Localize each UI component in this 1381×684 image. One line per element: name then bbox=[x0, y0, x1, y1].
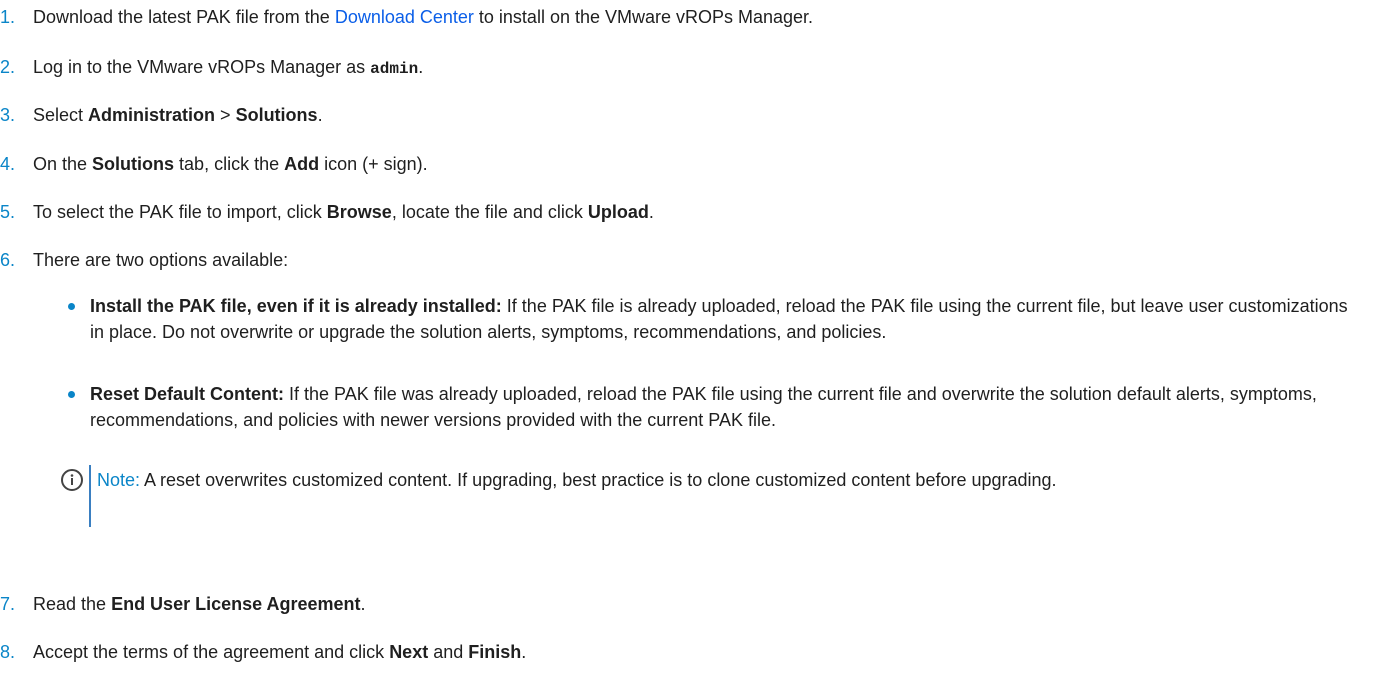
step-number: 2. bbox=[0, 57, 16, 77]
finish-label: Finish bbox=[468, 642, 522, 662]
info-icon bbox=[61, 469, 83, 491]
note-label: Note: bbox=[97, 470, 141, 490]
next-label: Next bbox=[389, 642, 429, 662]
step-5: 5. To select the PAK file to import, clic… bbox=[0, 201, 654, 223]
step-8: 8. Accept the terms of the agreement and … bbox=[0, 641, 526, 663]
step-text: icon (+ sign). bbox=[319, 154, 428, 174]
step-1: 1. Download the latest PAK file from the … bbox=[0, 6, 813, 28]
step-text: . bbox=[317, 105, 323, 125]
option-title: Reset Default Content: bbox=[90, 384, 285, 404]
menu-solutions: Solutions bbox=[235, 105, 318, 125]
option-title: Install the PAK file, even if it is alre… bbox=[90, 296, 502, 316]
step-text: There are two options available: bbox=[33, 250, 289, 270]
step-number: 3. bbox=[0, 105, 16, 125]
step-text: Select bbox=[33, 105, 89, 125]
option-install-pak: Install the PAK file, even if it is alre… bbox=[68, 293, 1358, 345]
step-text: . bbox=[521, 642, 527, 662]
step-number: 7. bbox=[0, 594, 16, 614]
admin-username: admin bbox=[370, 60, 419, 78]
step-text: On the bbox=[33, 154, 93, 174]
step-3: 3. Select Administration > Solutions. bbox=[0, 104, 323, 126]
bullet-icon bbox=[68, 391, 75, 398]
option-text: Reset Default Content: If the PAK file w… bbox=[90, 381, 1358, 433]
menu-administration: Administration bbox=[88, 105, 216, 125]
step-4: 4. On the Solutions tab, click the Add ic… bbox=[0, 153, 428, 175]
step-text: Log in to the VMware vROPs Manager as bbox=[33, 57, 371, 77]
step-2: 2. Log in to the VMware vROPs Manager as … bbox=[0, 56, 423, 80]
step-text: , locate the file and click bbox=[391, 202, 588, 222]
eula-label: End User License Agreement bbox=[111, 594, 361, 614]
step-text: . bbox=[418, 57, 424, 77]
step-6: 6. There are two options available: bbox=[0, 249, 288, 271]
option-text: Install the PAK file, even if it is alre… bbox=[90, 293, 1358, 345]
step-text: Read the bbox=[33, 594, 112, 614]
step-number: 5. bbox=[0, 202, 16, 222]
upload-label: Upload bbox=[587, 202, 649, 222]
step-text: and bbox=[428, 642, 469, 662]
step-text: Download the latest PAK file from the bbox=[33, 7, 335, 27]
option-reset-default: Reset Default Content: If the PAK file w… bbox=[68, 381, 1358, 433]
step-text: Accept the terms of the agreement and cl… bbox=[33, 642, 390, 662]
solutions-tab-label: Solutions bbox=[92, 154, 175, 174]
document: 1. Download the latest PAK file from the … bbox=[0, 0, 1381, 684]
step-text: To select the PAK file to import, click bbox=[33, 202, 327, 222]
note-body: A reset overwrites customized content. I… bbox=[140, 470, 1057, 490]
download-center-link[interactable]: Download Center bbox=[335, 7, 474, 27]
step-text: to install on the VMware vROPs Manager. bbox=[473, 7, 814, 27]
step-number: 8. bbox=[0, 642, 16, 662]
step-text: tab, click the bbox=[174, 154, 285, 174]
browse-label: Browse bbox=[326, 202, 392, 222]
step-number: 4. bbox=[0, 154, 16, 174]
step-number: 1. bbox=[0, 7, 16, 27]
bullet-icon bbox=[68, 303, 75, 310]
step-text: . bbox=[360, 594, 366, 614]
step-text: . bbox=[648, 202, 654, 222]
step-number: 6. bbox=[0, 250, 16, 270]
note-callout: Note: A reset overwrites customized cont… bbox=[61, 465, 1361, 527]
step-text: > bbox=[215, 105, 236, 125]
note-text: Note: A reset overwrites customized cont… bbox=[97, 465, 1337, 495]
step-7: 7. Read the End User License Agreement. bbox=[0, 593, 366, 615]
note-divider bbox=[89, 465, 91, 527]
add-icon-label: Add bbox=[284, 154, 320, 174]
